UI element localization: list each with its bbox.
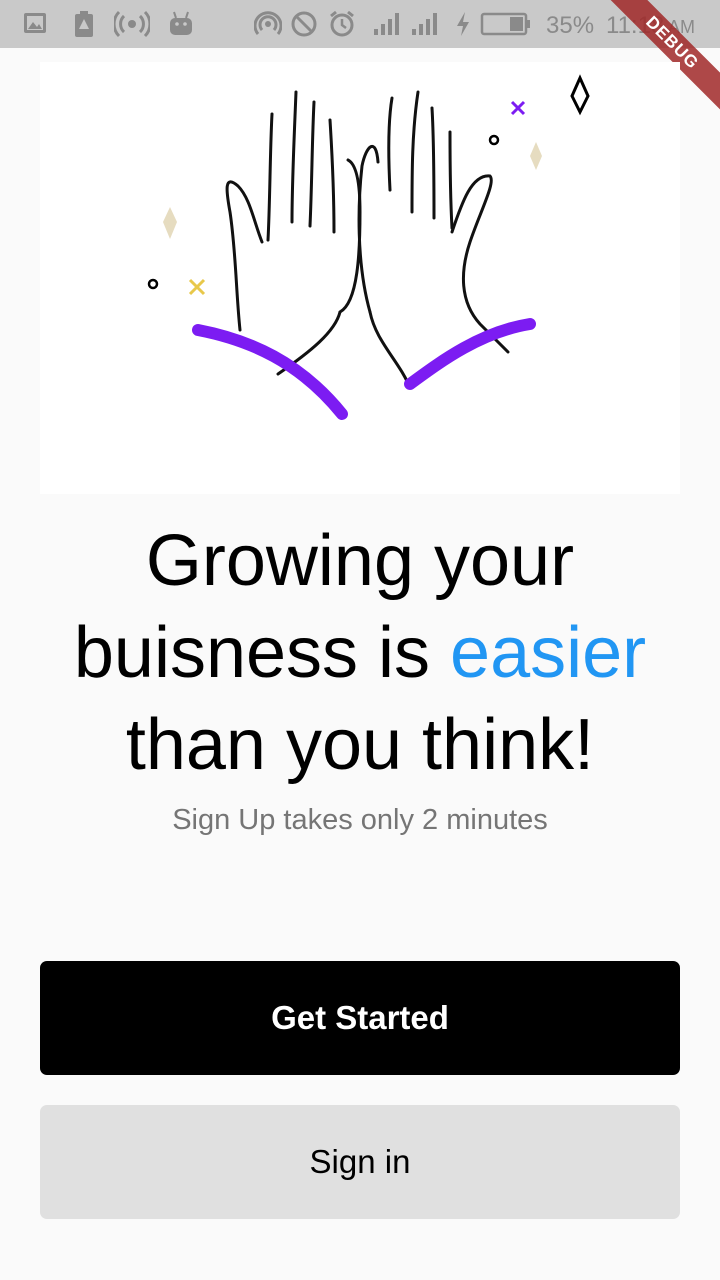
headline-accent-text: easier [450, 613, 647, 693]
headline-line-3: than you think! [125, 705, 595, 785]
signal-icon [374, 13, 399, 35]
get-started-button[interactable]: Get Started [40, 961, 680, 1075]
high-five-hands-illustration [40, 62, 680, 494]
android-icon [170, 11, 192, 35]
sparkle-cross-icon [510, 100, 526, 116]
sparkle-dot-icon [147, 278, 159, 290]
sparkle-diamond-icon [530, 142, 542, 170]
headline-text: buisness is [73, 613, 451, 693]
signal-icon [412, 13, 437, 35]
sparkle-dot-icon [488, 134, 500, 146]
headline-line-1: Growing your [145, 521, 575, 601]
broadcast-icon [114, 10, 150, 38]
do-not-disturb-icon [291, 11, 317, 37]
sparkle-diamond-icon [163, 207, 177, 239]
headline: Growing your buisness is easier than you… [20, 515, 700, 791]
status-bar: 35% 11:18 AM [0, 0, 720, 48]
sign-in-button[interactable]: Sign in [40, 1105, 680, 1219]
hotspot-icon [254, 11, 282, 35]
alarm-icon [330, 10, 354, 37]
image-icon [24, 13, 46, 33]
sparkle-cross-icon [188, 278, 206, 296]
charging-icon [457, 12, 469, 36]
headline-line-2: buisness is easier [20, 607, 700, 699]
sparkle-diamond-icon [570, 74, 590, 116]
subtitle: Sign Up takes only 2 minutes [172, 804, 548, 836]
battery-icon [480, 12, 530, 36]
battery-alert-icon [75, 11, 93, 37]
battery-percent: 35% [546, 12, 595, 39]
